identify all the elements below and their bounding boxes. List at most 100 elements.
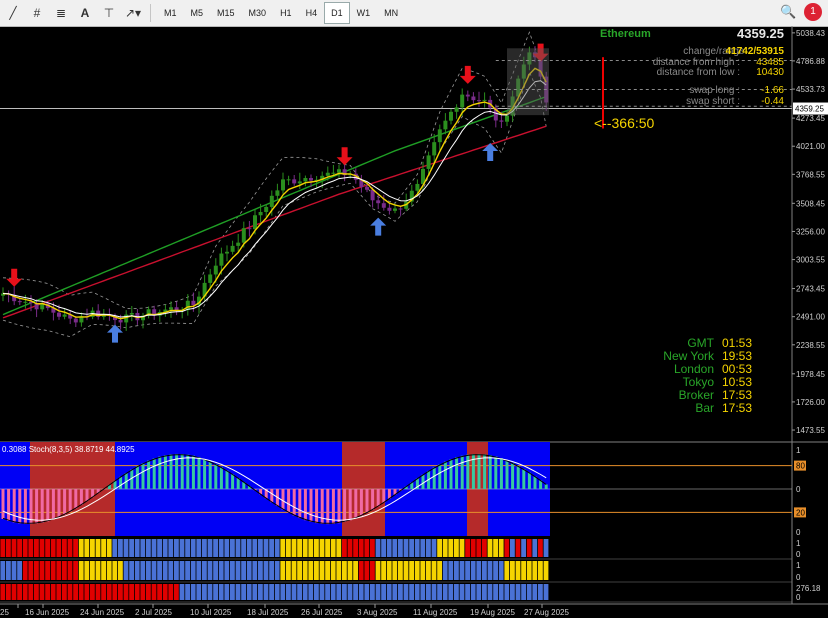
signal-strip-1-cell	[162, 539, 168, 557]
clock-value: 10:53	[722, 375, 753, 389]
signal-strip-2-cell	[162, 561, 168, 580]
signal-strip-1-cell	[129, 539, 134, 557]
signal-strip-1-cell	[39, 539, 45, 557]
timeframe-mn[interactable]: MN	[377, 2, 405, 24]
price-axis-label: 4786.88	[796, 57, 825, 66]
signal-strip-3-cell	[252, 584, 258, 600]
signal-strip-1-cell	[134, 539, 140, 557]
clock-value: 17:53	[722, 401, 753, 415]
signal-strip-2-cell	[101, 561, 106, 580]
signal-strip-1-cell	[386, 539, 392, 557]
stoch-histogram-bar	[135, 466, 139, 489]
signal-strip-3-cell	[162, 584, 168, 600]
signal-strip-2-cell	[67, 561, 73, 580]
timeframe-h1[interactable]: H1	[273, 2, 299, 24]
signal-strip-3-cell	[17, 584, 22, 600]
signal-strip-2-cell	[347, 561, 353, 580]
signal-strip-2-cell	[504, 561, 510, 580]
signal-strip-1-cell	[84, 539, 90, 557]
signal-strip-1-cell	[146, 539, 151, 557]
text-tool-icon[interactable]: A	[74, 2, 96, 24]
signal-strip-2-cell	[258, 561, 263, 580]
timeframe-m1[interactable]: M1	[157, 2, 184, 24]
signal-strip-1-cell	[487, 539, 493, 557]
candle-body	[286, 179, 291, 181]
stoch-axis-label: 20	[796, 508, 805, 517]
signal-strip-3-cell	[521, 584, 526, 600]
text-label-tool-icon[interactable]: ⊤	[98, 2, 120, 24]
stoch-histogram-bar	[527, 472, 531, 489]
timeframe-m5[interactable]: M5	[184, 2, 211, 24]
stoch-histogram-bar	[371, 489, 375, 510]
signal-strip-2-cell	[459, 561, 465, 580]
signal-strip-3-cell	[426, 584, 431, 600]
stoch-histogram-bar	[74, 489, 78, 509]
signal-strip-2-cell	[168, 561, 174, 580]
timeframe-list: M1 M5 M15 M30 H1 H4 D1 W1 MN	[157, 2, 405, 24]
signal-strip-2-cell	[482, 561, 487, 580]
candle-body	[443, 120, 448, 130]
signal-strip-1-cell	[325, 539, 330, 557]
signal-strip-2-cell	[353, 561, 358, 580]
fibonacci-tool-icon[interactable]: ≣	[50, 2, 72, 24]
signal-strip-2-cell	[196, 561, 202, 580]
signal-strip-2-cell	[342, 561, 347, 580]
signal-strip-2-cell	[409, 561, 414, 580]
stoch-histogram-bar	[57, 489, 61, 518]
arrow-tool-icon[interactable]: ↗▾	[122, 2, 144, 24]
timeframe-m15[interactable]: M15	[210, 2, 242, 24]
signal-strip-2-cell	[207, 561, 213, 580]
signal-strip-3-cell	[347, 584, 353, 600]
chart-canvas[interactable]: 5038.43 4786.88 4533.73 4273.45 4021.00 3768.…	[0, 26, 828, 618]
stoch-histogram-bar	[7, 489, 11, 521]
candle-body	[432, 142, 437, 156]
stoch-histogram-bar	[51, 489, 55, 520]
timeframe-m30[interactable]: M30	[242, 2, 274, 24]
hash-tool-icon[interactable]: #	[26, 2, 48, 24]
signal-strip-3-cell	[381, 584, 386, 600]
line-tool-icon[interactable]: ╱	[2, 2, 24, 24]
signal-strip-1-cell	[224, 539, 230, 557]
date-axis-label: 26 Jul 2025	[301, 608, 343, 617]
signal-strip-1-cell	[498, 539, 504, 557]
signal-strip-1-cell	[112, 539, 118, 557]
clock-label: Tokyo	[682, 375, 714, 389]
clock-value: 00:53	[722, 362, 753, 376]
signal-strip-2-cell	[45, 561, 50, 580]
search-icon[interactable]: 🔍	[780, 4, 798, 22]
candle-body	[505, 115, 509, 122]
signal-strip-2-cell	[493, 561, 498, 580]
signal-strip-2-cell	[218, 561, 224, 580]
signal-strip-3-cell	[448, 584, 454, 600]
strip-axis-label: 0	[796, 550, 801, 559]
timeframe-h4[interactable]: H4	[299, 2, 325, 24]
stoch-histogram-bar	[191, 455, 195, 489]
signal-strip-3-cell	[330, 584, 336, 600]
candle-body	[219, 253, 224, 266]
timeframe-d1[interactable]: D1	[324, 2, 350, 24]
signal-strip-3-cell	[196, 584, 202, 600]
signal-strip-3-cell	[431, 584, 437, 600]
candle-body	[297, 181, 302, 184]
signal-strip-3-cell	[190, 584, 196, 600]
notification-badge[interactable]: 1	[804, 3, 822, 21]
signal-strip-3-cell	[476, 584, 482, 600]
signal-strip-3-cell	[465, 584, 470, 600]
stoch-histogram-bar	[231, 474, 235, 489]
stoch-histogram-bar	[331, 489, 335, 524]
highlight-box	[507, 48, 549, 116]
signal-strip-2-cell	[370, 561, 375, 580]
stoch-histogram-bar	[29, 489, 33, 525]
stoch-histogram-bar	[382, 489, 386, 503]
signal-strip-2-cell	[336, 561, 342, 580]
signal-strip-1-cell	[342, 539, 347, 557]
candle-body	[241, 228, 246, 243]
signal-strip-1-cell	[370, 539, 375, 557]
candle-body	[415, 183, 420, 191]
signal-strip-2-cell	[302, 561, 308, 580]
signal-strip-1-cell	[202, 539, 207, 557]
timeframe-w1[interactable]: W1	[350, 2, 378, 24]
signal-strip-3-cell	[230, 584, 235, 600]
stoch-histogram-bar	[46, 489, 50, 522]
signal-strip-3-cell	[342, 584, 347, 600]
